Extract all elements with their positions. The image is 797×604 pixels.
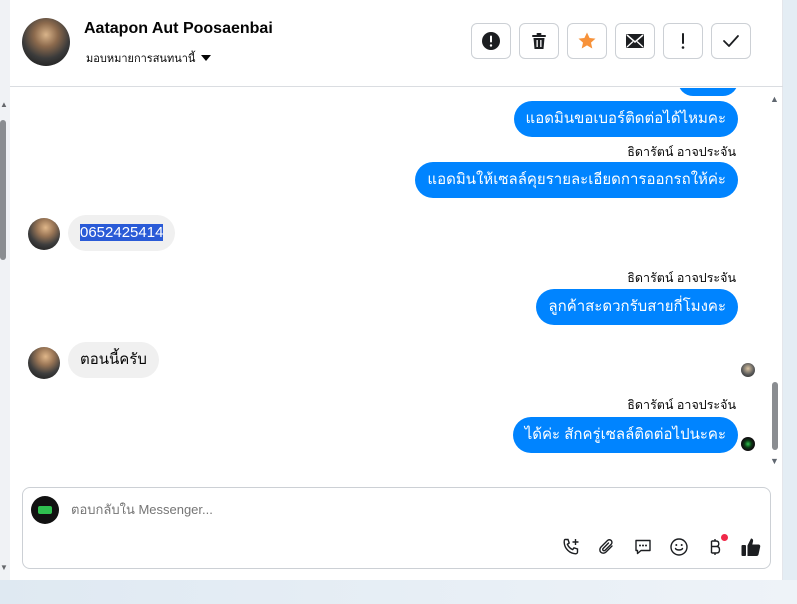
reply-composer: [22, 487, 771, 569]
star-button[interactable]: [567, 23, 607, 59]
envelope-icon: [626, 34, 644, 48]
scroll-up-icon[interactable]: ▲: [770, 94, 779, 104]
caret-down-icon: [201, 55, 212, 61]
outer-scrollbar[interactable]: ▲ ▼: [0, 0, 10, 604]
delivered-indicator-avatar: [741, 437, 755, 451]
reply-input[interactable]: [71, 502, 751, 517]
follow-up-button[interactable]: [663, 23, 703, 59]
message-bubble-partial[interactable]: [678, 88, 738, 96]
attach-button[interactable]: [596, 536, 618, 558]
scroll-down-icon[interactable]: ▼: [0, 563, 8, 572]
phone-plus-icon: [563, 538, 579, 555]
thumbs-up-icon: [741, 538, 761, 556]
conversation-panel: Aatapon Aut Poosaenbai มอบหมายการสนทนานี…: [10, 0, 783, 580]
page-avatar: [31, 496, 59, 524]
scroll-down-icon[interactable]: ▼: [770, 456, 779, 466]
message-scrollbar[interactable]: ▲ ▼: [770, 94, 780, 470]
mark-spam-button[interactable]: [471, 23, 511, 59]
assign-conversation-dropdown[interactable]: มอบหมายการสนทนานี้: [86, 49, 212, 67]
assign-label: มอบหมายการสนทนานี้: [86, 53, 196, 65]
exclamation-icon: [681, 33, 685, 49]
page-background-strip: [0, 580, 797, 604]
scroll-up-icon[interactable]: ▲: [0, 100, 8, 109]
baht-icon: [710, 539, 721, 555]
contact-name[interactable]: Aatapon Aut Poosaenbai: [84, 20, 273, 38]
mark-done-button[interactable]: [711, 23, 751, 59]
delete-button[interactable]: [519, 23, 559, 59]
contact-avatar-small[interactable]: [28, 347, 60, 379]
message-bubble-incoming[interactable]: ตอนนี้ครับ: [68, 342, 159, 378]
payment-button[interactable]: [704, 534, 728, 558]
contact-avatar[interactable]: [22, 18, 70, 66]
check-icon: [723, 35, 739, 47]
sender-label: ธิดารัตน์ อาจประจัน: [627, 145, 736, 159]
saved-replies-button[interactable]: [632, 536, 654, 558]
message-bubble-outgoing[interactable]: ได้ค่ะ สักครู่เซลล์ติดต่อไปนะคะ: [512, 417, 738, 453]
scroll-thumb[interactable]: [0, 120, 6, 260]
conversation-header: Aatapon Aut Poosaenbai มอบหมายการสนทนานี…: [10, 0, 783, 87]
call-button[interactable]: [560, 536, 582, 558]
message-bubble-outgoing[interactable]: ลูกค้าสะดวกรับสายกี่โมงคะ: [536, 289, 738, 325]
trash-icon: [532, 33, 546, 49]
message-bubble-outgoing[interactable]: แอดมินให้เซลล์คุยรายละเอียดการออกรถให้ค่…: [415, 162, 738, 198]
message-list[interactable]: แอดมินขอเบอร์ติดต่อได้ไหมคะ ธิดารัตน์ อา…: [10, 88, 783, 478]
message-bubble-incoming[interactable]: 0652425414: [68, 215, 176, 251]
selected-phone-number[interactable]: 0652425414: [80, 224, 164, 241]
contact-avatar-small[interactable]: [28, 218, 60, 250]
mark-unread-button[interactable]: [615, 23, 655, 59]
seen-indicator-avatar: [741, 363, 755, 377]
alert-circle-icon: [482, 32, 500, 50]
header-actions: [471, 23, 751, 59]
notification-dot: [721, 534, 728, 541]
paperclip-icon: [599, 539, 613, 554]
sender-label: ธิดารัตน์ อาจประจัน: [627, 398, 736, 412]
sender-label: ธิดารัตน์ อาจประจัน: [627, 271, 736, 285]
composer-toolbar: [560, 534, 762, 558]
like-button[interactable]: [740, 536, 762, 558]
smiley-icon: [670, 538, 688, 556]
star-icon: [578, 32, 596, 49]
message-bubble-outgoing[interactable]: แอดมินขอเบอร์ติดต่อได้ไหมคะ: [513, 101, 738, 137]
chat-bubble-icon: [635, 539, 651, 555]
scroll-thumb[interactable]: [772, 382, 778, 450]
emoji-button[interactable]: [668, 536, 690, 558]
